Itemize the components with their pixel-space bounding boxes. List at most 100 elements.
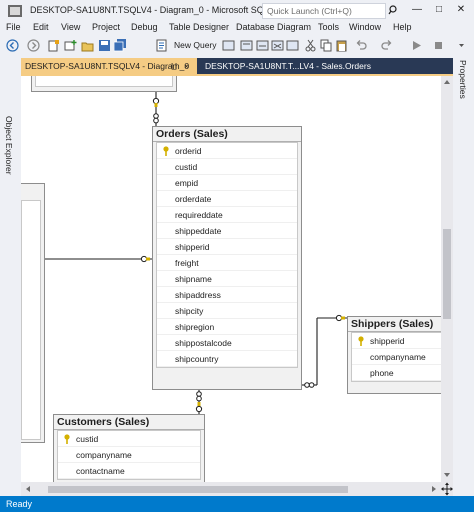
back-icon[interactable] <box>6 39 19 52</box>
properties-tab[interactable]: Properties <box>458 60 468 99</box>
pin-icon[interactable]: ⨿ <box>171 61 177 72</box>
orders-table-title[interactable]: Orders (Sales) <box>153 127 301 142</box>
xmla-query-icon[interactable] <box>271 39 284 52</box>
dmx-query-icon[interactable] <box>256 39 269 52</box>
horizontal-scroll-thumb[interactable] <box>48 486 348 493</box>
orders-table[interactable]: Orders (Sales) orderid custid empid orde… <box>152 126 302 390</box>
tab-sales-orders-label: DESKTOP-SA1U8NT.T...LV4 - Sales.Orders <box>205 61 371 71</box>
new-item-icon[interactable] <box>47 39 60 52</box>
shippers-column-companyname[interactable]: companyname <box>352 349 441 365</box>
orders-column-shipaddress[interactable]: shipaddress <box>157 287 297 303</box>
new-query-icon[interactable] <box>155 39 168 52</box>
mdx-query-icon[interactable] <box>240 39 253 52</box>
menu-debug[interactable]: Debug <box>131 22 158 32</box>
object-explorer-strip[interactable]: Object Explorer <box>0 56 21 496</box>
stop-icon[interactable] <box>432 39 445 52</box>
relationship-key-customers <box>195 402 203 413</box>
new-query-button[interactable]: New Query <box>174 40 217 50</box>
scroll-up-icon[interactable] <box>443 78 451 86</box>
menu-project[interactable]: Project <box>92 22 120 32</box>
properties-strip[interactable]: Properties <box>453 56 474 496</box>
orders-column-shippostalcode[interactable]: shippostalcode <box>157 335 297 351</box>
search-icon[interactable] <box>388 3 398 17</box>
quick-launch-input[interactable]: Quick Launch (Ctrl+Q) <box>262 3 386 19</box>
customers-table[interactable]: Customers (Sales) custid companyname con… <box>53 414 205 482</box>
close-button[interactable]: ✕ <box>452 3 470 17</box>
orders-column-shipcountry[interactable]: shipcountry <box>157 351 297 367</box>
scroll-left-icon[interactable] <box>24 485 32 493</box>
paste-icon[interactable] <box>335 39 348 52</box>
copy-icon[interactable] <box>320 39 333 52</box>
menu-window[interactable]: Window <box>349 22 381 32</box>
minimize-button[interactable]: — <box>408 3 426 17</box>
orders-column-list: orderid custid empid orderdate requiredd… <box>156 142 298 368</box>
orders-column-custid[interactable]: custid <box>157 159 297 175</box>
maximize-button[interactable]: □ <box>430 3 448 17</box>
orders-column-orderdate[interactable]: orderdate <box>157 191 297 207</box>
shippers-table[interactable]: Shippers (Sales) shipperid companyname p… <box>347 316 441 394</box>
save-icon[interactable] <box>98 39 111 52</box>
menu-table-designer[interactable]: Table Designer <box>169 22 229 32</box>
customers-column-custid[interactable]: custid <box>58 431 200 447</box>
scroll-down-icon[interactable] <box>443 471 451 479</box>
customers-column-companyname[interactable]: companyname <box>58 447 200 463</box>
dax-query-icon[interactable] <box>286 39 299 52</box>
start-debug-icon[interactable] <box>410 39 423 52</box>
orders-column-shipcity[interactable]: shipcity <box>157 303 297 319</box>
menu-database-diagram[interactable]: Database Diagram <box>236 22 311 32</box>
orders-column-empid[interactable]: empid <box>157 175 297 191</box>
relationship-key-left <box>140 255 150 263</box>
forward-icon[interactable] <box>27 39 40 52</box>
primary-key-icon <box>163 146 169 156</box>
scroll-right-icon[interactable] <box>430 485 438 493</box>
customers-column-contactname[interactable]: contactname <box>58 463 200 479</box>
diagram-canvas[interactable]: Orders (Sales) orderid custid empid orde… <box>21 76 441 482</box>
primary-key-icon <box>64 434 70 444</box>
orders-column-shipname[interactable]: shipname <box>157 271 297 287</box>
orders-column-requireddate[interactable]: requireddate <box>157 207 297 223</box>
window-title: DESKTOP-SA1U8NT.TSQLV4 - Diagram_0 - Mic… <box>30 5 297 15</box>
toolbar-overflow-icon[interactable] <box>455 39 468 52</box>
shippers-table-title[interactable]: Shippers (Sales) <box>348 317 441 332</box>
undo-icon[interactable] <box>355 39 368 52</box>
redo-icon[interactable] <box>380 39 393 52</box>
vertical-scroll-thumb[interactable] <box>443 229 451 319</box>
customers-table-title[interactable]: Customers (Sales) <box>54 415 204 430</box>
orders-column-shipperid[interactable]: shipperid <box>157 239 297 255</box>
shippers-column-phone[interactable]: phone <box>352 365 441 381</box>
add-item-icon[interactable] <box>64 39 77 52</box>
shippers-column-list: shipperid companyname phone <box>351 332 441 382</box>
relationship-infinity-right <box>304 382 315 388</box>
menu-edit[interactable]: Edit <box>33 22 49 32</box>
menu-bar: File Edit View Project Debug Table Desig… <box>0 20 474 36</box>
object-explorer-tab[interactable]: Object Explorer <box>4 116 14 175</box>
shippers-column-shipperid[interactable]: shipperid <box>352 333 441 349</box>
ssms-app-icon <box>8 5 22 17</box>
relationship-key-shippers <box>335 314 345 322</box>
status-bar: Ready <box>0 496 474 512</box>
tab-diagram-label: DESKTOP-SA1U8NT.TSQLV4 - Diagram_0 <box>25 61 190 71</box>
orders-column-orderid[interactable]: orderid <box>157 143 297 159</box>
toolbar: New Query <box>0 36 474 55</box>
title-bar: DESKTOP-SA1U8NT.TSQLV4 - Diagram_0 - Mic… <box>0 0 474 22</box>
orders-column-freight[interactable]: freight <box>157 255 297 271</box>
cut-icon[interactable] <box>304 39 317 52</box>
tab-diagram[interactable]: DESKTOP-SA1U8NT.TSQLV4 - Diagram_0 ⨿ × <box>21 58 197 74</box>
relationship-key-top <box>152 97 160 107</box>
menu-help[interactable]: Help <box>393 22 412 32</box>
document-tabs: DESKTOP-SA1U8NT.TSQLV4 - Diagram_0 ⨿ × D… <box>21 58 453 74</box>
open-file-icon[interactable] <box>81 39 94 52</box>
orders-column-shippeddate[interactable]: shippeddate <box>157 223 297 239</box>
tab-sales-orders[interactable]: DESKTOP-SA1U8NT.T...LV4 - Sales.Orders <box>201 58 401 74</box>
pan-move-icon[interactable] <box>441 482 453 496</box>
sql-query-icon[interactable] <box>222 39 235 52</box>
orders-column-shipregion[interactable]: shipregion <box>157 319 297 335</box>
close-tab-icon[interactable]: × <box>184 61 189 71</box>
save-all-icon[interactable] <box>114 39 127 52</box>
menu-file[interactable]: File <box>6 22 21 32</box>
menu-tools[interactable]: Tools <box>318 22 339 32</box>
menu-view[interactable]: View <box>61 22 80 32</box>
primary-key-icon <box>358 336 364 346</box>
relationship-infinity-top <box>153 113 159 124</box>
customers-column-list: custid companyname contactname <box>57 430 201 480</box>
